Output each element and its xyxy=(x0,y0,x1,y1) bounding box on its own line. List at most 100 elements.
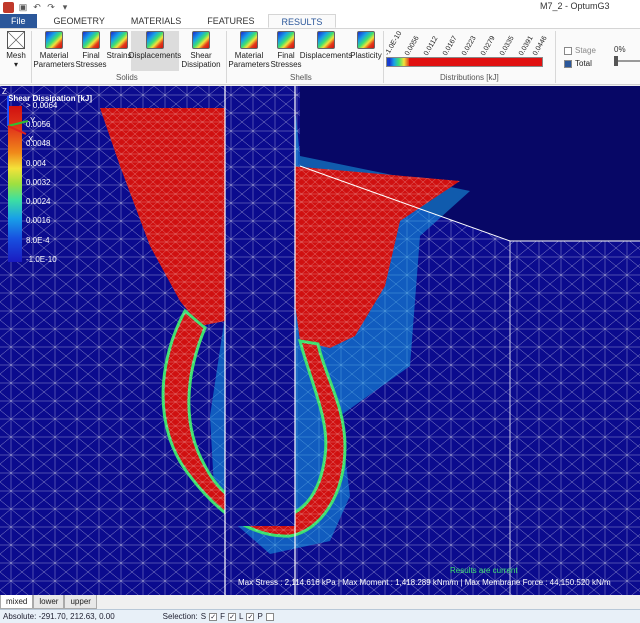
shells-displacements-button[interactable]: Displacements xyxy=(299,31,353,60)
tab-results[interactable]: RESULTS xyxy=(267,14,337,28)
button-label: Plasticity xyxy=(350,51,382,60)
button-label: Strains xyxy=(106,51,132,60)
contour-icon xyxy=(110,31,128,49)
solids-final-stresses-button[interactable]: Final Stresses xyxy=(75,31,107,69)
button-label: Material Parameters xyxy=(228,51,270,69)
view-tabs: mixed lower upper xyxy=(0,595,640,609)
tick-label: -1.0E-10 xyxy=(383,30,404,57)
filter-label: L xyxy=(239,612,244,621)
tab-mixed[interactable]: mixed xyxy=(0,595,34,609)
filter-p-checkbox[interactable] xyxy=(265,612,274,621)
results-status: Results are current xyxy=(450,566,518,575)
tab-features[interactable]: FEATURES xyxy=(194,14,267,28)
group-label-solids: Solids xyxy=(116,73,138,82)
stage-slider-thumb[interactable] xyxy=(614,56,618,66)
solids-strains-button[interactable]: Strains xyxy=(107,31,131,60)
axis-y-label: Y xyxy=(30,116,36,125)
selection-filters: Selection: S ✓ F ✓ L ✓ P xyxy=(163,612,274,621)
stage-checkbox[interactable] xyxy=(564,46,572,55)
button-label: Final Stresses xyxy=(75,51,107,69)
customize-icon[interactable]: ▾ xyxy=(60,2,70,12)
axis-x-label: X xyxy=(28,135,34,144)
legend-value: 0.0016 xyxy=(26,216,51,225)
contour-icon xyxy=(82,31,100,49)
total-checkbox[interactable] xyxy=(564,59,572,68)
group-label-distributions: Distributions [kJ] xyxy=(440,73,499,82)
stage-slider-track[interactable] xyxy=(616,60,640,62)
tab-geometry[interactable]: GEOMETRY xyxy=(41,14,118,28)
shells-plasticity-button[interactable]: Plasticity xyxy=(350,31,382,60)
filter-s-checkbox[interactable]: ✓ xyxy=(209,612,218,621)
group-label-shells: Shells xyxy=(290,73,312,82)
button-label: Final Stresses xyxy=(270,51,302,69)
legend-value: 0.004 xyxy=(26,159,47,168)
button-label: Material Parameters xyxy=(33,51,75,69)
max-values-readout: Max Stress : 2,114.616 kPa | Max Moment … xyxy=(238,578,611,587)
contour-icon xyxy=(240,31,258,49)
legend-value: 0.0032 xyxy=(26,178,51,187)
axes-triad: Z Y X xyxy=(2,87,36,144)
filter-label: F xyxy=(220,612,226,621)
solids-material-parameters-button[interactable]: Material Parameters xyxy=(33,31,75,69)
slider-value: 0% xyxy=(614,45,626,54)
mesh-render xyxy=(0,86,640,595)
mesh-button[interactable]: Mesh ▾ xyxy=(5,31,27,69)
filter-l-checkbox[interactable]: ✓ xyxy=(246,612,255,621)
ribbon: Mesh ▾ Material Parameters Final Stresse… xyxy=(0,29,640,85)
tick-label: 0.0279 xyxy=(479,34,497,57)
legend-value: 0.0024 xyxy=(26,197,51,206)
contour-icon xyxy=(357,31,375,49)
filter-f-checkbox[interactable]: ✓ xyxy=(228,612,237,621)
legend-value: -1.0E-10 xyxy=(26,255,57,264)
undo-icon[interactable]: ↶ xyxy=(32,2,42,12)
tick-label: 0.0167 xyxy=(441,34,459,57)
shells-material-parameters-button[interactable]: Material Parameters xyxy=(228,31,270,69)
shells-final-stresses-button[interactable]: Final Stresses xyxy=(270,31,302,69)
window-title: M7_2 - OptumG3 xyxy=(540,1,610,11)
distribution-bar[interactable] xyxy=(386,57,543,67)
mesh-icon xyxy=(7,31,25,49)
contour-icon xyxy=(146,31,164,49)
stage-label: Stage xyxy=(575,46,596,55)
contour-icon xyxy=(192,31,210,49)
coordinate-readout: Absolute: -291.70, 212.63, 0.00 xyxy=(3,612,115,621)
title-bar: ▣ ↶ ↷ ▾ M7_2 - OptumG3 xyxy=(0,0,640,14)
status-bar: Absolute: -291.70, 212.63, 0.00 Selectio… xyxy=(0,609,640,623)
tab-upper[interactable]: upper xyxy=(64,595,97,609)
save-icon[interactable]: ▣ xyxy=(18,2,28,12)
ribbon-tabs: File GEOMETRY MATERIALS FEATURES RESULTS xyxy=(0,14,640,29)
tick-label: 0.0112 xyxy=(422,35,440,57)
tick-label: 0.0056 xyxy=(403,34,421,57)
filter-label: S xyxy=(200,612,207,621)
selection-label: Selection: xyxy=(162,612,198,621)
axis-z-label: Z xyxy=(2,87,7,96)
model-viewport[interactable]: Shear Dissipation [kJ] > 0.0064 0.0056 0… xyxy=(0,86,640,595)
tab-file[interactable]: File xyxy=(0,14,37,28)
contour-icon xyxy=(277,31,295,49)
button-label: Displacements xyxy=(128,51,182,60)
divider xyxy=(383,31,384,83)
distribution-ticks: -1.0E-10 0.0056 0.0112 0.0167 0.0223 0.0… xyxy=(383,30,549,57)
divider xyxy=(31,31,32,83)
mesh-label: Mesh xyxy=(6,51,26,60)
redo-icon[interactable]: ↷ xyxy=(46,2,56,12)
button-label: Displacements xyxy=(299,51,353,60)
app-icon[interactable] xyxy=(3,1,14,13)
solids-displacements-button[interactable]: Displacements xyxy=(128,31,182,71)
button-label: Shear Dissipation xyxy=(181,51,221,69)
tick-label: 0.0223 xyxy=(460,34,478,57)
legend-value: 8.0E-4 xyxy=(26,236,50,245)
divider xyxy=(555,31,556,83)
filter-label: P xyxy=(257,612,263,621)
contour-icon xyxy=(45,31,63,49)
total-option[interactable]: Total xyxy=(564,59,592,68)
stage-option[interactable]: Stage xyxy=(564,46,596,55)
total-label: Total xyxy=(575,59,592,68)
tab-materials[interactable]: MATERIALS xyxy=(118,14,194,28)
tick-label: 0.0335 xyxy=(498,34,516,57)
tab-lower[interactable]: lower xyxy=(33,595,65,609)
quick-access-toolbar: ▣ ↶ ↷ ▾ xyxy=(0,1,70,13)
contour-icon xyxy=(317,31,335,49)
chevron-down-icon: ▾ xyxy=(13,60,18,69)
solids-shear-dissipation-button[interactable]: Shear Dissipation xyxy=(181,31,221,69)
